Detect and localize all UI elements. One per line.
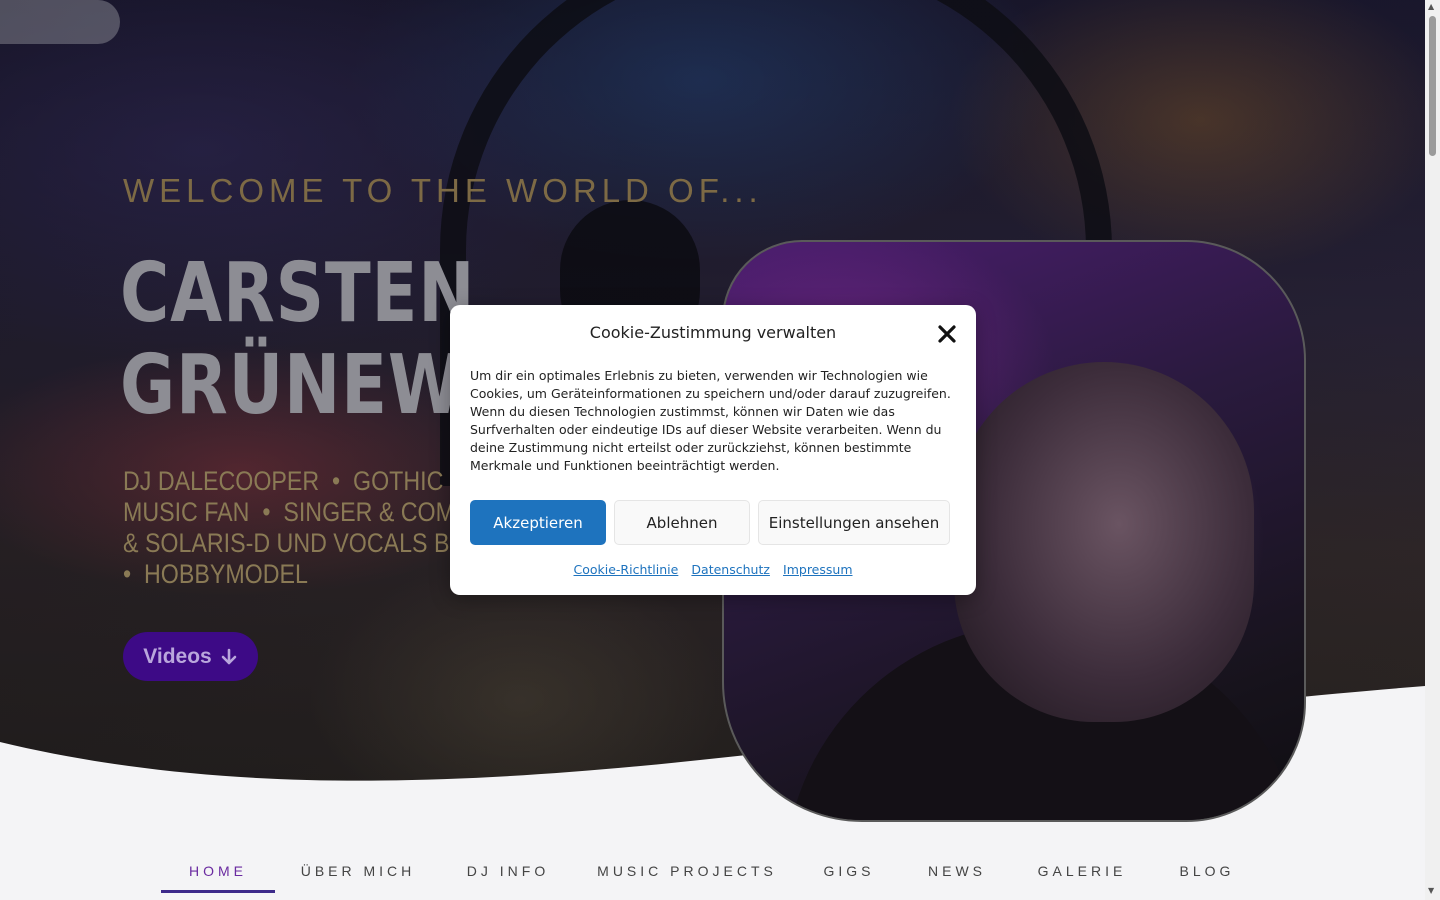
nav-item-music-projects[interactable]: MUSIC PROJECTS <box>575 852 799 890</box>
portrait-face <box>954 362 1254 722</box>
scroll-up-icon[interactable]: ▲ <box>1428 2 1434 11</box>
arrow-down-icon <box>221 648 237 664</box>
cookie-policy-link[interactable]: Cookie-Richtlinie <box>574 562 679 577</box>
videos-button-label: Videos <box>143 644 212 668</box>
nav-item-galerie[interactable]: GALERIE <box>1015 852 1149 890</box>
scrollbar-thumb[interactable] <box>1429 16 1436 156</box>
nav-item-ueber-mich[interactable]: ÜBER MICH <box>275 852 441 890</box>
view-settings-button[interactable]: Einstellungen ansehen <box>758 500 950 545</box>
nav-item-news[interactable]: NEWS <box>899 852 1015 890</box>
videos-button[interactable]: Videos <box>123 632 258 681</box>
nav-item-blog[interactable]: BLOG <box>1149 852 1265 890</box>
nav-item-home[interactable]: HOME <box>161 852 275 893</box>
cookie-consent-dialog: Cookie-Zustimmung verwalten Um dir ein o… <box>450 305 976 595</box>
privacy-link[interactable]: Datenschutz <box>691 562 770 577</box>
accept-button[interactable]: Akzeptieren <box>470 500 606 545</box>
hero-roles-line3: & SOLARIS-D UND VOCALS BEI A <box>123 528 493 558</box>
hero-roles-line4: • HOBBYMODEL <box>123 559 308 589</box>
hero-roles-line2: MUSIC FAN • SINGER & COMPO <box>123 497 489 527</box>
cookie-dialog-text: Um dir ein optimales Erlebnis zu bieten,… <box>470 368 951 473</box>
cookie-dialog-title: Cookie-Zustimmung verwalten <box>589 323 837 342</box>
hero-roles-line1: DJ DALECOOPER • GOTHIC DJ <box>123 466 479 496</box>
deny-button[interactable]: Ablehnen <box>614 500 750 545</box>
hero-eyebrow: WELCOME TO THE WORLD OF... <box>123 172 763 209</box>
scroll-down-icon[interactable]: ▼ <box>1428 886 1434 895</box>
page-scrollbar[interactable]: ▲ ▼ <box>1425 0 1440 900</box>
cookie-button-row: Akzeptieren Ablehnen Einstellungen anseh… <box>470 500 950 545</box>
imprint-link[interactable]: Impressum <box>783 562 852 577</box>
nav-item-gigs[interactable]: GIGS <box>799 852 899 890</box>
close-icon[interactable] <box>936 323 958 345</box>
cookie-dialog-links: Cookie-Richtlinie Datenschutz Impressum <box>450 559 976 578</box>
main-navigation: HOME ÜBER MICH DJ INFO MUSIC PROJECTS GI… <box>161 852 1265 893</box>
nav-item-dj-info[interactable]: DJ INFO <box>441 852 575 890</box>
hero-title-line1: CARSTEN <box>120 246 476 341</box>
